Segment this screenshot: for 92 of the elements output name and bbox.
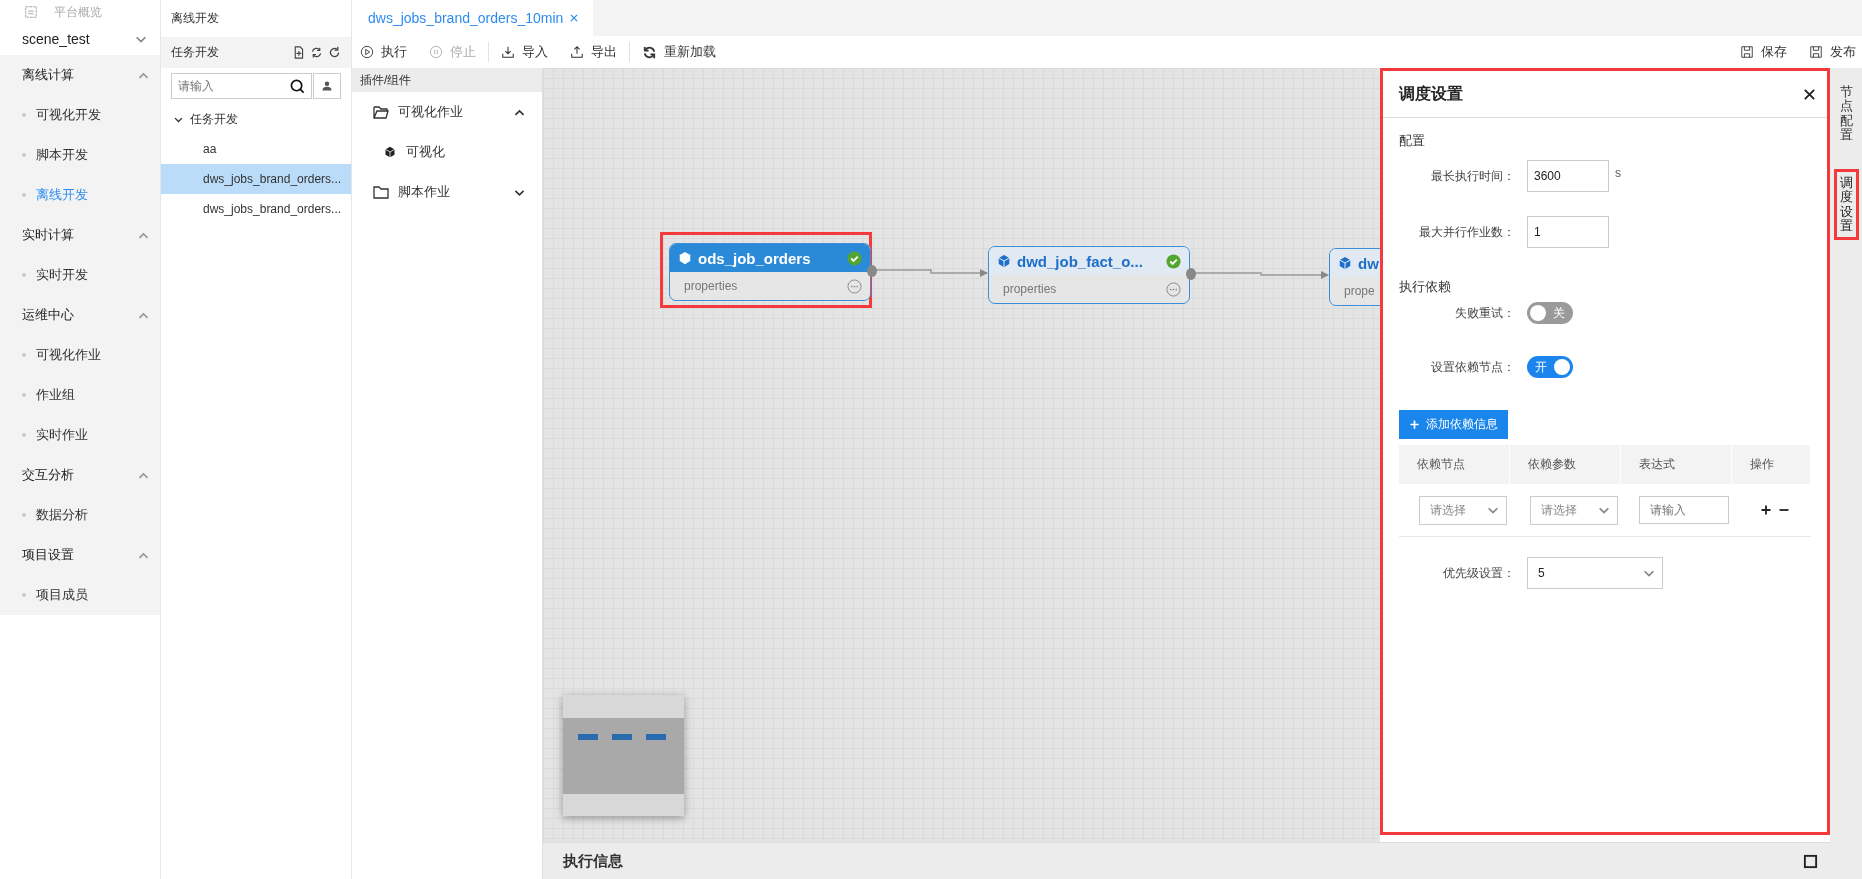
new-file-icon[interactable]	[292, 46, 305, 59]
node-properties: properties	[684, 279, 738, 293]
job-node[interactable]: dw prope	[1329, 248, 1380, 306]
upload-icon	[570, 45, 584, 59]
field-label: 最大并行作业数：	[1418, 223, 1515, 241]
sidebar-item[interactable]: 数据分析	[0, 495, 160, 535]
field-label: 设置依赖节点：	[1430, 358, 1515, 376]
cube-icon	[997, 254, 1011, 268]
sync-icon[interactable]	[310, 46, 323, 59]
field-label: 失败重试：	[1454, 304, 1515, 322]
sidebar-group-header[interactable]: 交互分析	[0, 455, 160, 495]
column-header: 表达式	[1621, 445, 1731, 484]
node-properties: properties	[1003, 282, 1057, 296]
toolbar-button[interactable]: 保存	[1740, 43, 1787, 61]
column-header: 依赖参数	[1510, 445, 1620, 484]
unit-label: s	[1615, 166, 1621, 180]
sidebar-item[interactable]: 实时作业	[0, 415, 160, 455]
panel-header: 插件/组件	[352, 68, 542, 92]
sidebar-item[interactable]: 可视化开发	[0, 95, 160, 135]
reload-button[interactable]: 重新加载	[642, 43, 716, 61]
user-button[interactable]	[313, 73, 341, 99]
select-field[interactable]: 请选择	[1530, 495, 1618, 525]
field-label: 优先级设置：	[1442, 564, 1515, 582]
section-title: 任务开发	[171, 44, 219, 61]
sidebar-item[interactable]: 实时开发	[0, 255, 160, 295]
input-field[interactable]: 1	[1527, 216, 1609, 248]
open-folder-icon	[372, 104, 390, 120]
column-header: 依赖节点	[1399, 445, 1509, 484]
sidebar-group-header[interactable]: 运维中心	[0, 295, 160, 335]
close-icon[interactable]	[1802, 86, 1817, 102]
side-tab[interactable]: 调度设置	[1833, 169, 1859, 241]
component-group[interactable]: 可视化作业	[352, 92, 542, 132]
overview-icon	[24, 5, 38, 19]
floppy-disk-icon	[1740, 45, 1754, 59]
sidebar-item[interactable]: 脚本开发	[0, 135, 160, 175]
project-dropdown[interactable]: scene_test	[0, 24, 160, 54]
port-dot[interactable]	[867, 265, 877, 277]
download-icon	[501, 45, 515, 59]
cube-icon	[384, 146, 396, 158]
component-group[interactable]: 脚本作业	[352, 172, 542, 212]
folder-icon	[372, 184, 390, 200]
input-field[interactable]: 3600	[1527, 160, 1609, 192]
export-button[interactable]: 导出	[570, 43, 617, 61]
toolbar-button[interactable]: 发布	[1809, 43, 1856, 61]
refresh-icon[interactable]	[328, 46, 341, 59]
sidebar-group-header[interactable]: 离线计算	[0, 55, 160, 95]
node-properties: prope	[1344, 284, 1375, 298]
job-node[interactable]: ods_job_orders properties	[669, 243, 871, 301]
job-node[interactable]: dwd_job_fact_o... properties	[988, 246, 1190, 304]
reload-icon	[642, 44, 657, 60]
column-header: 操作	[1732, 445, 1810, 484]
toggle-switch[interactable]: 开	[1527, 356, 1573, 378]
cube-icon	[678, 251, 692, 265]
play-circle-icon	[360, 45, 374, 59]
panel-title: 调度设置	[1399, 83, 1463, 104]
search-icon	[290, 78, 305, 94]
select-field[interactable]: 5	[1527, 557, 1663, 589]
node-title: dwd_job_fact_o...	[1017, 252, 1143, 270]
sidebar-item[interactable]: 可视化作业	[0, 335, 160, 375]
component-item[interactable]: 可视化	[352, 132, 542, 172]
import-button[interactable]: 导入	[501, 43, 548, 61]
sidebar-item[interactable]: 项目成员	[0, 575, 160, 615]
panel-title: 执行信息	[563, 851, 623, 871]
node-title: dw	[1358, 254, 1379, 272]
select-field[interactable]: 请选择	[1419, 495, 1507, 525]
sidebar-group-header[interactable]: 项目设置	[0, 535, 160, 575]
tree-item[interactable]: dws_jobs_brand_orders...	[161, 164, 351, 194]
plus-icon	[1409, 419, 1420, 430]
tree-item[interactable]: aa	[161, 134, 351, 164]
side-tab[interactable]: 节点配置	[1833, 78, 1859, 150]
minimap[interactable]	[563, 695, 684, 816]
sidebar-item[interactable]: 作业组	[0, 375, 160, 415]
port-dot[interactable]	[1186, 268, 1196, 280]
tree-item[interactable]: dws_jobs_brand_orders...	[161, 194, 351, 224]
pause-circle-icon	[429, 45, 443, 59]
section-heading: 配置	[1399, 132, 1426, 150]
user-icon	[321, 80, 333, 92]
editor-tab[interactable]: dws_jobs_brand_orders_10min	[352, 0, 594, 36]
run-button[interactable]: 执行	[360, 43, 407, 61]
add-dependency-button[interactable]: 添加依赖信息	[1399, 410, 1508, 439]
floppy-disk-icon	[1809, 45, 1823, 59]
cube-icon	[1338, 256, 1352, 270]
maximize-icon[interactable]	[1803, 853, 1818, 869]
panel-title: 离线开发	[170, 10, 220, 27]
sidebar-group-header[interactable]: 实时计算	[0, 215, 160, 255]
section-heading: 执行依赖	[1399, 278, 1452, 296]
search-field[interactable]: 请输入	[171, 73, 312, 99]
tree-item[interactable]: 任务开发	[161, 104, 351, 134]
field-label: 最长执行时间：	[1430, 167, 1515, 185]
plus-icon[interactable]	[1760, 504, 1772, 516]
input-field[interactable]: 请输入	[1639, 496, 1729, 524]
node-title: ods_job_orders	[698, 249, 811, 267]
